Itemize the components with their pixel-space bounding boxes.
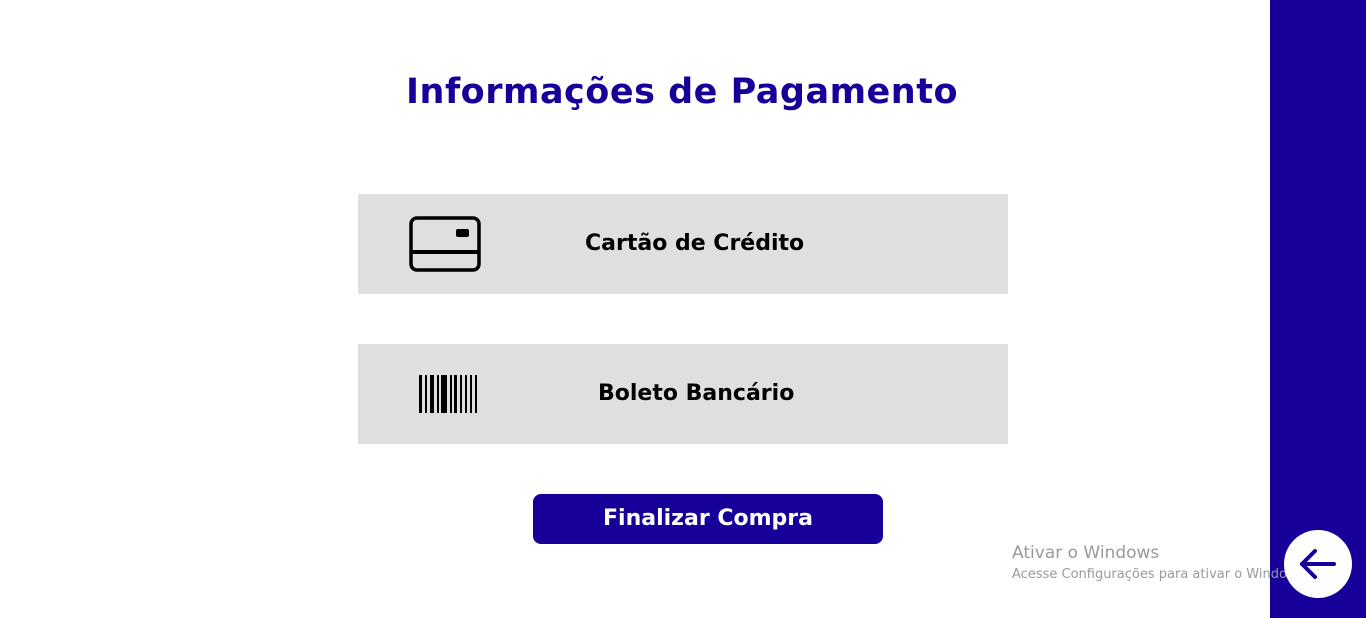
- page-title: Informações de Pagamento: [0, 72, 1366, 112]
- finalize-purchase-button[interactable]: Finalizar Compra: [533, 494, 883, 544]
- payment-page: Informações de Pagamento Cartão de Crédi…: [0, 0, 1366, 618]
- credit-card-icon: [409, 216, 481, 272]
- payment-option-credit-card[interactable]: Cartão de Crédito: [358, 194, 1008, 294]
- arrow-left-icon: [1300, 549, 1336, 579]
- page-title-text: Informações de Pagamento: [406, 72, 958, 112]
- watermark-subtitle: Acesse Configurações para ativar o Windo…: [1012, 567, 1309, 582]
- payment-option-label: Boleto Bancário: [598, 381, 795, 406]
- windows-activation-watermark: Ativar o Windows Acesse Configurações pa…: [1012, 542, 1308, 584]
- payment-option-boleto[interactable]: Boleto Bancário: [358, 344, 1008, 444]
- watermark-title: Ativar o Windows: [1012, 543, 1160, 563]
- back-button[interactable]: [1284, 530, 1352, 598]
- payment-option-label: Cartão de Crédito: [585, 231, 805, 256]
- barcode-icon: [419, 375, 481, 413]
